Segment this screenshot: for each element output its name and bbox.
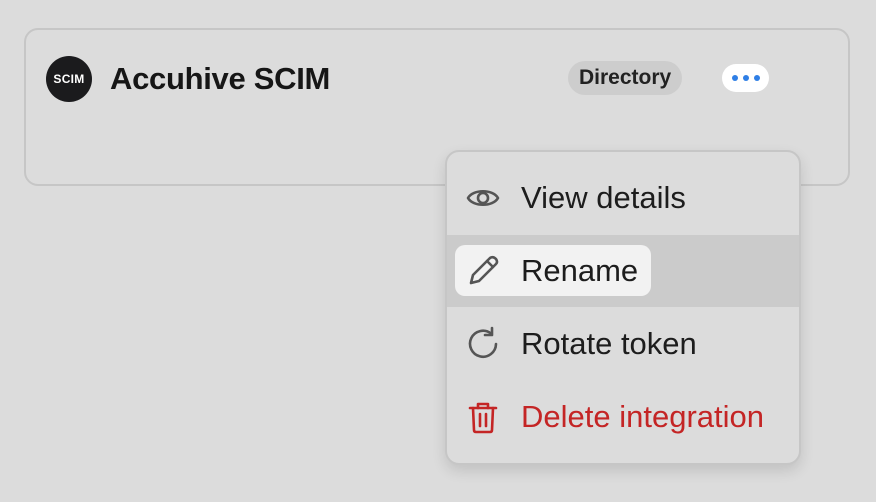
menu-item-view-details[interactable]: View details: [447, 162, 799, 234]
integration-logo: SCIM: [46, 56, 92, 102]
logo-text: SCIM: [53, 72, 85, 86]
menu-item-label: Delete integration: [521, 399, 764, 434]
menu-item-rotate-token[interactable]: Rotate token: [447, 308, 799, 380]
pencil-icon: [469, 255, 499, 285]
menu-item-rename[interactable]: Rename: [447, 235, 799, 307]
menu-item-label: View details: [521, 180, 686, 215]
menu-item-delete-integration[interactable]: Delete integration: [447, 381, 799, 453]
more-dot-icon: [753, 75, 760, 81]
refresh-icon: [468, 326, 498, 359]
more-dot-icon: [742, 75, 749, 81]
menu-item-label: Rename: [521, 253, 639, 288]
menu-item-label: Rotate token: [521, 326, 697, 361]
directory-badge: Directory: [568, 61, 683, 95]
options-menu: View details Rename Rotate token Delete …: [445, 150, 801, 465]
eye-icon: [466, 189, 500, 207]
integration-name: Accuhive SCIM: [110, 61, 331, 96]
more-dot-icon: [731, 75, 738, 81]
more-options-button[interactable]: [722, 64, 769, 92]
trash-icon: [468, 402, 498, 434]
